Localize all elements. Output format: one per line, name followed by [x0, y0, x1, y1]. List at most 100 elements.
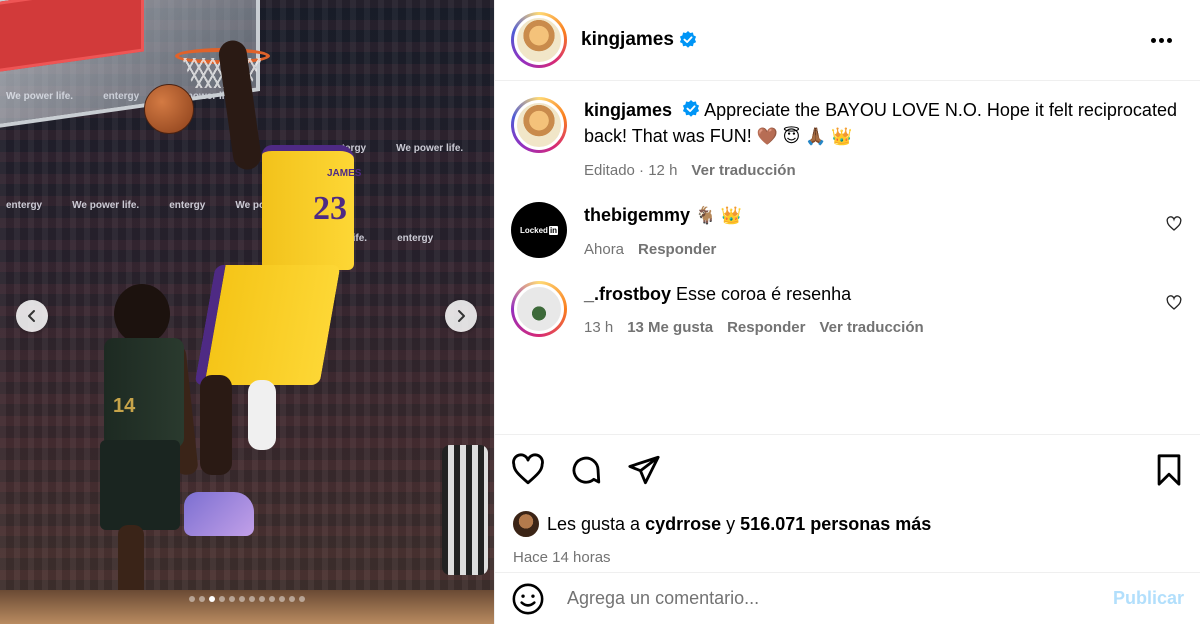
opponent-jersey: [104, 338, 184, 448]
opponent-shorts: [100, 440, 180, 530]
comment-row: Locked in thebigemmy 🐐 👑 Ahora Responder: [511, 202, 1182, 263]
likes-joiner: y: [726, 513, 736, 534]
comment-input[interactable]: [567, 588, 1113, 609]
post-timestamp[interactable]: Hace 14 horas: [511, 549, 1184, 566]
translate-link[interactable]: Ver traducción: [819, 315, 923, 341]
post-container: We power life. entergy We power life. en…: [0, 0, 1200, 624]
player-shoe: [184, 492, 254, 536]
like-heart-icon[interactable]: [511, 453, 545, 487]
comment-likes-count[interactable]: 13 Me gusta: [627, 315, 713, 341]
ad-board-text: entergy: [6, 199, 43, 211]
carousel-dot: [279, 596, 285, 602]
chevron-right-icon: [458, 310, 465, 322]
author-username[interactable]: kingjames: [581, 29, 674, 51]
comment-row: _.frostboy Esse coroa é resenha 13 h 13 …: [511, 281, 1182, 341]
carousel-dot: [199, 596, 205, 602]
carousel-dot: [229, 596, 235, 602]
comment-bubble-icon[interactable]: [569, 453, 603, 487]
carousel-dot: [219, 596, 225, 602]
ad-board-text: We power life.: [72, 199, 140, 211]
ad-board-row-low2: We power life. entergy: [0, 228, 494, 248]
commenter-username[interactable]: _.frostboy: [584, 284, 671, 304]
opponent-head: [114, 284, 170, 344]
opponent-number: 14: [113, 395, 136, 417]
post-media[interactable]: We power life. entergy We power life. en…: [0, 0, 494, 624]
basketball: [144, 84, 194, 134]
more-dot: [1159, 37, 1164, 43]
action-icons-row: [511, 453, 1184, 487]
avatar-image: [514, 100, 564, 150]
carousel-dot: [269, 596, 275, 602]
comment-time: 13 h: [584, 319, 614, 336]
avatar-image: [514, 15, 564, 65]
publish-button[interactable]: Publicar: [1113, 588, 1184, 609]
more-options-button[interactable]: [1145, 32, 1178, 49]
more-dot: [1167, 37, 1172, 43]
chevron-left-icon: [28, 310, 35, 322]
player-leg-sleeve: [248, 380, 276, 450]
comment-time: Ahora: [584, 241, 625, 258]
player-jersey-number: 23: [313, 190, 347, 227]
carousel-prev-button[interactable]: [16, 300, 48, 332]
translate-link[interactable]: Ver traducción: [691, 158, 795, 184]
ad-board-row-low: entergy We power life. entergy We power …: [0, 195, 494, 215]
caption-emojis: 🤎 😇 🙏🏾 👑: [756, 127, 853, 146]
post-actions: Les gusta a cydrrose y 516.071 personas …: [495, 434, 1200, 572]
share-paper-plane-icon[interactable]: [627, 453, 661, 487]
author-avatar[interactable]: [511, 97, 567, 153]
caption-username[interactable]: kingjames: [584, 100, 672, 120]
carousel-dot: [189, 596, 195, 602]
author-avatar[interactable]: [511, 12, 567, 68]
carousel-next-button[interactable]: [445, 300, 477, 332]
more-dot: [1151, 37, 1156, 43]
carousel-dot: [289, 596, 295, 602]
emoji-smiley-icon[interactable]: [511, 582, 545, 616]
ad-board-text: We power life.: [396, 142, 464, 154]
reply-button[interactable]: Responder: [638, 237, 716, 263]
commenter-avatar[interactable]: [511, 281, 567, 337]
carousel-indicator: [0, 596, 494, 602]
player-jersey-name: JAMES: [327, 168, 362, 179]
referee: [442, 445, 488, 575]
likes-prefix: Les gusta a: [547, 513, 641, 534]
commenter-username[interactable]: thebigemmy: [584, 205, 690, 225]
commenter-avatar[interactable]: Locked in: [511, 202, 567, 258]
liker-username[interactable]: cydrrose: [645, 514, 721, 535]
add-comment-bar: Publicar: [495, 572, 1200, 624]
backboard-ad: [0, 0, 144, 73]
carousel-dot: [299, 596, 305, 602]
avatar-image: [514, 284, 564, 334]
edited-label: Editado · 12 h: [584, 162, 678, 179]
liker-avatar[interactable]: [511, 509, 541, 539]
carousel-dot: [209, 596, 215, 602]
comment-like-heart-icon[interactable]: [1166, 216, 1182, 263]
caption-text-block: kingjames Appreciate the BAYOU LOVE N.O.…: [584, 97, 1182, 150]
caption-body: kingjames Appreciate the BAYOU LOVE N.O.…: [584, 97, 1182, 184]
comment-like-heart-icon[interactable]: [1166, 295, 1182, 341]
carousel-dot: [239, 596, 245, 602]
carousel-dot: [249, 596, 255, 602]
comment-body: _.frostboy Esse coroa é resenha 13 h 13 …: [584, 281, 1156, 341]
ad-board-text: entergy: [169, 199, 206, 211]
verified-badge-icon: [682, 100, 700, 118]
reply-button[interactable]: Responder: [727, 315, 805, 341]
player-shorts: [194, 265, 341, 385]
ad-board-text: entergy: [397, 232, 434, 244]
likes-count[interactable]: 516.071 personas más: [740, 514, 931, 535]
caption-row: kingjames Appreciate the BAYOU LOVE N.O.…: [511, 97, 1182, 184]
likes-summary: Les gusta a cydrrose y 516.071 personas …: [511, 509, 1184, 539]
comment-text: Esse coroa é resenha: [676, 284, 852, 304]
comment-body: thebigemmy 🐐 👑 Ahora Responder: [584, 202, 1156, 263]
locked-logo-text: Locked in: [519, 225, 559, 235]
post-side-panel: kingjames kingjames Appreciate the BAYOU…: [494, 0, 1200, 624]
comment-text: 🐐 👑: [695, 206, 743, 225]
post-header: kingjames: [495, 0, 1200, 81]
comments-section[interactable]: kingjames Appreciate the BAYOU LOVE N.O.…: [495, 81, 1200, 434]
caption-text: Appreciate the BAYOU LOVE N.O. Hope it f…: [584, 100, 1177, 146]
verified-badge-icon: [679, 31, 697, 49]
carousel-dot: [259, 596, 265, 602]
comment-meta: 13 h 13 Me gusta Responder Ver traducció…: [584, 315, 1156, 341]
comment-meta: Ahora Responder: [584, 237, 1156, 263]
player-leg: [200, 375, 232, 475]
save-bookmark-icon[interactable]: [1154, 453, 1184, 487]
